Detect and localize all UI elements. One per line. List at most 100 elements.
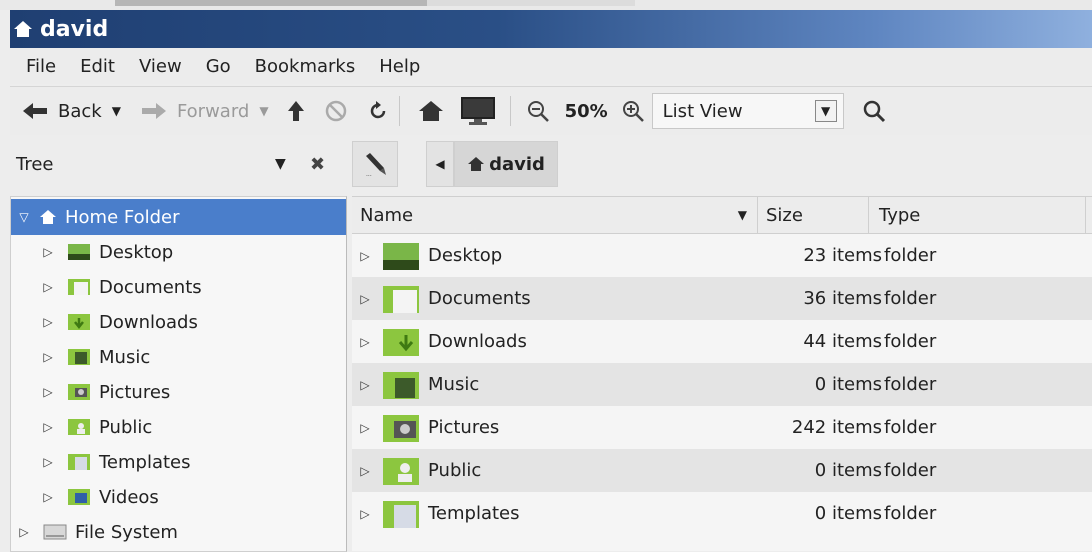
forward-label: Forward [176,100,250,122]
path-crumb-home[interactable]: david [454,141,558,187]
file-row-pictures[interactable]: ▷ Pictures 242 items folder [352,406,1092,449]
file-row-templates[interactable]: ▷ Templates 0 items folder [352,492,1092,535]
file-type: folder [884,417,937,438]
file-size: 44 items [803,331,882,352]
collapse-triangle-icon[interactable]: ▽ [17,210,31,224]
forward-button[interactable]: Forward ▼ [141,91,269,131]
drive-icon [43,522,67,542]
forward-dropdown-icon[interactable]: ▼ [259,104,268,118]
title-bar[interactable]: david [10,10,1092,48]
tree-item-label: Templates [99,451,191,473]
expand-triangle-icon[interactable]: ▷ [358,507,372,521]
tree-item-label: Downloads [99,311,198,333]
file-size: 0 items [814,460,882,481]
expand-triangle-icon[interactable]: ▷ [358,421,372,435]
tree-item-public[interactable]: ▷ Public [11,409,346,445]
tree-item-desktop[interactable]: ▷ Desktop [11,234,346,270]
file-name: Desktop [428,245,503,266]
expand-triangle-icon[interactable]: ▷ [358,378,372,392]
zoom-in-button[interactable] [622,91,644,131]
up-arrow-icon [287,101,304,121]
file-name: Documents [428,288,531,309]
menu-go[interactable]: Go [206,56,231,77]
svg-text:...: ... [366,171,372,177]
menu-view[interactable]: View [139,56,182,77]
file-name: Downloads [428,331,527,352]
view-mode-select[interactable]: List View ▼ [651,93,844,129]
tree-item-label: Documents [99,276,202,298]
expand-triangle-icon[interactable]: ▷ [41,455,55,469]
file-type: folder [884,460,937,481]
templates-folder-icon [67,452,91,472]
file-row-public[interactable]: ▷ Public 0 items folder [352,449,1092,492]
file-row-music[interactable]: ▷ Music 0 items folder [352,363,1092,406]
file-type: folder [884,288,937,309]
file-row-downloads[interactable]: ▷ Downloads 44 items folder [352,320,1092,363]
tree-item-label: Home Folder [65,206,180,228]
desktop-folder-icon [382,240,420,272]
file-name: Pictures [428,417,500,438]
expand-triangle-icon[interactable]: ▷ [358,292,372,306]
tree-item-music[interactable]: ▷ Music [11,339,346,375]
tree-item-label: Public [99,416,153,438]
chevron-down-icon[interactable]: ▼ [814,100,837,122]
sort-descending-icon: ▼ [737,208,747,222]
menu-help[interactable]: Help [379,56,420,77]
tree-item-documents[interactable]: ▷ Documents [11,269,346,305]
tree-item-file-system[interactable]: ▷ File System [11,514,346,550]
column-header-name[interactable]: Name ▼ [352,197,758,233]
expand-triangle-icon[interactable]: ▷ [17,525,31,539]
tree-item-templates[interactable]: ▷ Templates [11,444,346,480]
expand-triangle-icon[interactable]: ▷ [41,350,55,364]
pictures-folder-icon [382,412,420,444]
expand-triangle-icon[interactable]: ▷ [358,249,372,263]
expand-triangle-icon[interactable]: ▷ [41,385,55,399]
computer-monitor-icon [460,97,495,125]
menu-file[interactable]: File [26,56,56,77]
back-dropdown-icon[interactable]: ▼ [112,104,121,118]
zoom-in-icon [622,101,644,122]
stop-icon [325,100,346,122]
reload-button[interactable] [367,91,389,131]
column-type-label: Type [879,204,921,226]
window-title: david [40,16,109,42]
sidebar-mode-dropdown-icon[interactable]: ▼ [275,156,286,172]
expand-triangle-icon[interactable]: ▷ [358,335,372,349]
sidebar-tree: ▽ Home Folder ▷ Desktop ▷ Documents ▷ Do… [10,196,347,552]
search-button[interactable] [862,91,886,131]
home-icon [468,157,485,171]
downloads-folder-icon [67,312,91,332]
tree-item-home[interactable]: ▽ Home Folder [11,199,346,235]
expand-triangle-icon[interactable]: ▷ [358,464,372,478]
up-button[interactable] [287,91,305,131]
home-icon [40,210,56,224]
file-row-desktop[interactable]: ▷ Desktop 23 items folder [352,234,1092,277]
sidebar-header: Tree ▼ ✖ [10,136,345,192]
desktop-folder-icon [67,242,91,262]
tree-item-pictures[interactable]: ▷ Pictures [11,374,346,410]
computer-button[interactable] [460,91,496,131]
file-row-documents[interactable]: ▷ Documents 36 items folder [352,277,1092,320]
zoom-out-button[interactable] [527,91,549,131]
expand-triangle-icon[interactable]: ▷ [41,245,55,259]
close-sidebar-icon[interactable]: ✖ [310,154,325,175]
expand-triangle-icon[interactable]: ▷ [41,490,55,504]
menu-bookmarks[interactable]: Bookmarks [255,56,356,77]
sidebar-mode-label[interactable]: Tree [16,154,54,175]
taskbar-strip [115,0,635,6]
home-button[interactable] [418,91,444,131]
column-header-size[interactable]: Size [758,197,869,233]
edit-location-button[interactable]: ... [352,141,398,187]
tree-item-downloads[interactable]: ▷ Downloads [11,304,346,340]
search-icon [863,100,885,123]
path-scroll-left-button[interactable]: ◀ [426,141,454,187]
expand-triangle-icon[interactable]: ▷ [41,420,55,434]
stop-button[interactable] [325,91,347,131]
menu-edit[interactable]: Edit [80,56,115,77]
expand-triangle-icon[interactable]: ▷ [41,280,55,294]
back-button[interactable]: Back ▼ [22,91,121,131]
pictures-folder-icon [67,382,91,402]
column-header-type[interactable]: Type [869,197,1086,233]
tree-item-videos[interactable]: ▷ Videos [11,479,346,515]
expand-triangle-icon[interactable]: ▷ [41,315,55,329]
